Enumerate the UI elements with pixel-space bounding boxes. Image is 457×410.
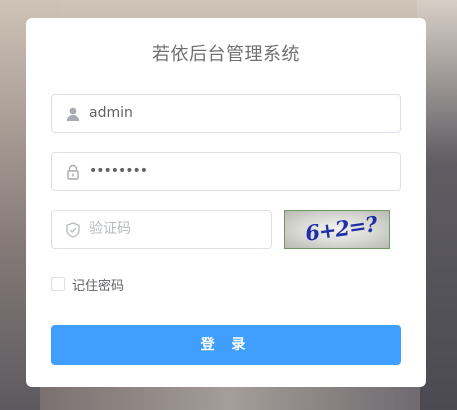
username-field[interactable]: admin: [51, 94, 401, 133]
captcha-text: 6+2=?: [303, 211, 379, 246]
captcha-image[interactable]: 6+2=?: [284, 210, 390, 249]
shield-icon: [65, 222, 81, 238]
lock-icon: [65, 164, 81, 180]
captcha-field[interactable]: 验证码: [51, 210, 272, 249]
captcha-placeholder: 验证码: [89, 221, 131, 237]
login-button[interactable]: 登 录: [51, 325, 401, 365]
password-value: ••••••••: [89, 163, 148, 179]
password-field[interactable]: ••••••••: [51, 152, 401, 191]
remember-label: 记住密码: [72, 279, 125, 294]
user-icon: [65, 106, 81, 122]
page-title: 若依后台管理系统: [152, 44, 300, 65]
login-card: 若依后台管理系统 admin •••••••• 验证码 6+2=? 记住密码 登…: [26, 18, 426, 387]
remember-checkbox[interactable]: [51, 277, 65, 291]
username-value: admin: [89, 105, 133, 121]
